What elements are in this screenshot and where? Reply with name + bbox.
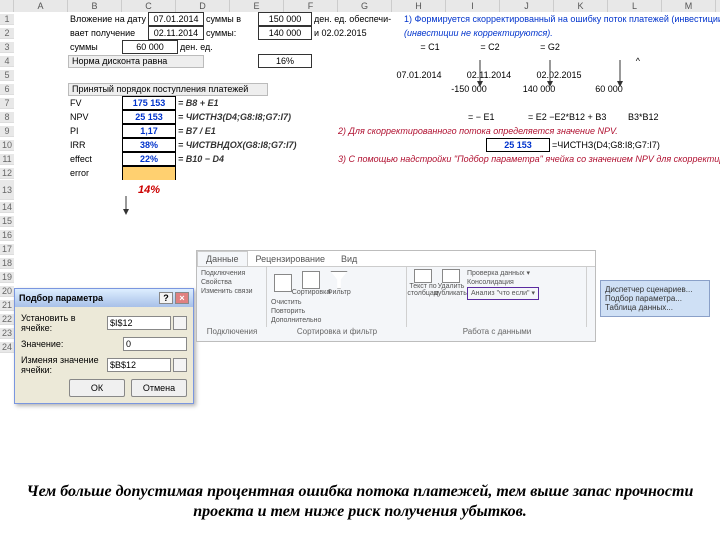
remove-duplicates-button[interactable]: Удалить дубликаты (439, 269, 463, 297)
tab-view[interactable]: Вид (333, 251, 365, 266)
cancel-button[interactable]: Отмена (131, 379, 187, 397)
input-set-cell[interactable] (107, 316, 171, 330)
dialog-title: Подбор параметра (19, 293, 103, 303)
input-by-changing[interactable] (107, 358, 171, 372)
advanced-filter[interactable]: Дополнительно (271, 316, 402, 325)
tab-data[interactable]: Данные (197, 251, 248, 266)
ribbon: Данные Рецензирование Вид Подключения Св… (196, 250, 596, 342)
dialog-titlebar[interactable]: Подбор параметра ? × (15, 289, 193, 307)
input-to-value[interactable] (123, 337, 187, 351)
tab-review[interactable]: Рецензирование (248, 251, 334, 266)
what-if-dropdown[interactable]: Анализ "что если" ▾ (467, 287, 539, 300)
data-validation[interactable]: Проверка данных ▾ (467, 269, 582, 278)
group-data-tools-label: Работа с данными (407, 327, 587, 336)
help-icon[interactable]: ? (159, 292, 173, 304)
goal-seek-item[interactable]: Подбор параметра... (605, 294, 705, 303)
clear-filter[interactable]: Очистить (271, 298, 402, 307)
lbl-set-cell: Установить в ячейке: (21, 313, 107, 333)
ribbon-tabs: Данные Рецензирование Вид (197, 251, 595, 267)
close-icon[interactable]: × (175, 292, 189, 304)
conclusion-text: Чем больше допустимая процентная ошибка … (20, 482, 700, 522)
text-to-columns-button[interactable]: Текст по столбцам (411, 269, 435, 297)
reapply-filter[interactable]: Повторить (271, 307, 402, 316)
data-table-item[interactable]: Таблица данных... (605, 303, 705, 312)
goal-seek-dialog: Подбор параметра ? × Установить в ячейке… (14, 288, 194, 404)
group-connections-label: Подключения (197, 327, 267, 336)
whatif-menu-callout: Диспетчер сценариев... Подбор параметра.… (600, 280, 710, 317)
ok-button[interactable]: ОК (69, 379, 125, 397)
connections-list[interactable]: Подключения Свойства Изменить связи (201, 269, 262, 296)
consolidate[interactable]: Консолидация (467, 278, 582, 287)
lbl-to-value: Значение: (21, 339, 123, 349)
range-picker-icon[interactable] (173, 316, 187, 330)
sort-button[interactable]: Сортировка (299, 269, 323, 297)
lbl-by-changing: Изменяя значение ячейки: (21, 355, 107, 375)
range-picker-icon-2[interactable] (173, 358, 187, 372)
scenario-manager-item[interactable]: Диспетчер сценариев... (605, 285, 705, 294)
group-sort-filter-label: Сортировка и фильтр (267, 327, 407, 336)
filter-button[interactable]: Фильтр (327, 269, 351, 297)
